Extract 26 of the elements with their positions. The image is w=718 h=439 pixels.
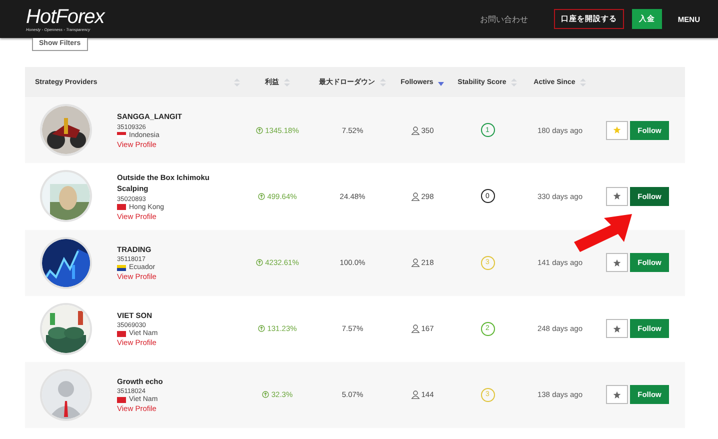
sort-icon[interactable]	[234, 78, 240, 86]
up-circle-icon	[256, 126, 264, 134]
logo-text: HotForex	[26, 6, 104, 26]
up-circle-icon	[262, 391, 270, 398]
contact-link[interactable]: お問い合わせ	[480, 14, 528, 24]
flag-icon	[117, 396, 126, 403]
sort-icon[interactable]	[380, 78, 386, 86]
favorite-button[interactable]	[606, 385, 628, 404]
up-circle-icon	[258, 192, 266, 200]
followers-icon	[411, 258, 420, 267]
favorite-button[interactable]	[606, 186, 628, 206]
followers-icon	[411, 126, 420, 134]
flag-icon	[117, 330, 126, 337]
followers-icon	[411, 324, 420, 333]
up-circle-icon	[258, 325, 266, 332]
up-circle-icon	[256, 259, 264, 266]
favorite-button[interactable]	[606, 319, 628, 338]
followers-icon	[411, 390, 420, 399]
sort-icon[interactable]	[284, 78, 290, 86]
favorite-button[interactable]	[606, 253, 628, 272]
flag-icon	[117, 204, 126, 210]
followers-icon	[411, 192, 420, 201]
flag-icon	[117, 264, 126, 271]
flag-icon	[117, 132, 126, 138]
sort-icon[interactable]	[580, 78, 586, 86]
sort-icon[interactable]	[511, 78, 518, 86]
